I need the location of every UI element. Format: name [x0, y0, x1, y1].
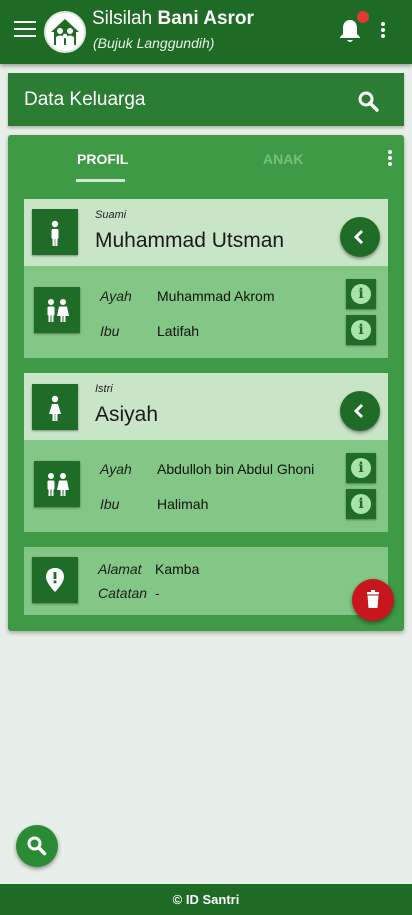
bell-icon[interactable]: [339, 18, 361, 44]
address-value: Kamba: [155, 561, 200, 577]
page-title: Data Keluarga: [24, 89, 146, 110]
notification-badge: [357, 11, 369, 23]
hamburger-icon[interactable]: [14, 21, 36, 41]
note-label: Catatan: [98, 585, 148, 601]
husband-mother-label: Ibu: [100, 323, 120, 339]
wife-header: Istri Asiyah: [24, 373, 388, 440]
tab-profil[interactable]: PROFIL: [77, 151, 128, 167]
more-vert-icon[interactable]: [378, 22, 388, 42]
husband-father-info-button[interactable]: i: [346, 279, 376, 309]
search-header: Data Keluarga: [8, 73, 404, 126]
husband-header: Suami Muhammad Utsman: [24, 199, 388, 266]
info-icon: i: [351, 458, 371, 478]
app-title: Silsilah Bani Asror: [92, 8, 254, 29]
husband-father-label: Ayah: [100, 288, 132, 304]
wife-section: Istri Asiyah Ayah Abdulloh bin Abdul Gho…: [24, 373, 388, 532]
husband-father-name: Muhammad Akrom: [157, 288, 275, 304]
address-label: Alamat: [98, 561, 142, 577]
footer-credit: © ID Santri: [0, 884, 412, 915]
search-icon[interactable]: [357, 90, 379, 112]
wife-mother-info-button[interactable]: i: [346, 489, 376, 519]
husband-name: Muhammad Utsman: [95, 229, 285, 252]
husband-mother-name: Latifah: [157, 323, 200, 339]
wife-mother-label: Ibu: [100, 496, 120, 512]
wife-father-name: Abdulloh bin Abdul Ghoni: [157, 461, 315, 477]
search-icon: [27, 836, 47, 856]
family-home-logo: [44, 11, 86, 53]
tab-bar: PROFIL ANAK: [8, 135, 404, 185]
more-vert-icon[interactable]: [385, 150, 395, 170]
husband-mother-info-button[interactable]: i: [346, 315, 376, 345]
location-pin-icon: [32, 557, 78, 603]
delete-button[interactable]: [352, 579, 394, 621]
female-person-icon: [32, 384, 78, 430]
active-tab-indicator: [76, 179, 125, 182]
info-icon: i: [351, 494, 371, 514]
info-icon: i: [351, 320, 371, 340]
husband-role-label: Suami: [95, 209, 127, 221]
app-bar: Silsilah Bani Asror (Bujuk Langgundih): [0, 0, 412, 64]
note-value: -: [155, 585, 160, 601]
trash-icon: [367, 590, 379, 608]
app-subtitle: (Bujuk Langgundih): [93, 35, 215, 51]
wife-father-label: Ayah: [100, 461, 132, 477]
male-person-icon: [32, 209, 78, 255]
husband-section: Suami Muhammad Utsman Ayah Muhammad Akro…: [24, 199, 388, 358]
tab-anak[interactable]: ANAK: [263, 151, 303, 167]
wife-father-info-button[interactable]: i: [346, 453, 376, 483]
family-icon: [34, 461, 80, 507]
address-section: Alamat Kamba Catatan -: [24, 547, 388, 615]
wife-name: Asiyah: [95, 403, 159, 426]
wife-mother-name: Halimah: [157, 496, 209, 512]
info-icon: i: [351, 284, 371, 304]
husband-collapse-button[interactable]: [340, 217, 380, 257]
search-fab-button[interactable]: [16, 825, 58, 867]
family-icon: [34, 287, 80, 333]
wife-collapse-button[interactable]: [340, 391, 380, 431]
family-card: PROFIL ANAK Suami Muhammad Utsman Ayah M…: [8, 135, 404, 631]
wife-role-label: Istri: [95, 383, 113, 395]
